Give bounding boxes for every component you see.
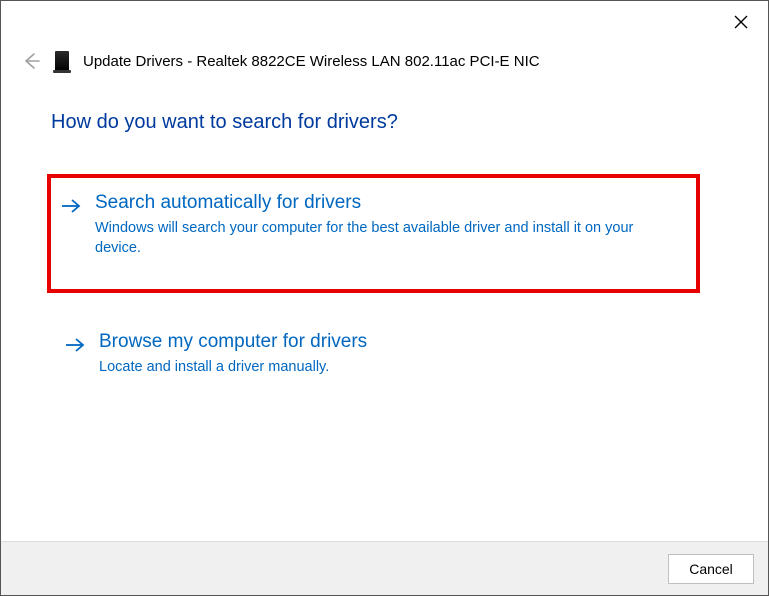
dialog-footer: Cancel [1, 541, 768, 595]
option-text: Browse my computer for drivers Locate an… [99, 331, 700, 377]
page-heading: How do you want to search for drivers? [51, 111, 718, 134]
option-text: Search automatically for drivers Windows… [95, 192, 678, 259]
back-button[interactable] [21, 51, 41, 71]
update-drivers-dialog: Update Drivers - Realtek 8822CE Wireless… [0, 0, 769, 596]
option-search-automatically[interactable]: Search automatically for drivers Windows… [47, 174, 700, 293]
close-button[interactable] [731, 12, 751, 32]
arrow-right-icon [65, 337, 85, 353]
option-browse-computer[interactable]: Browse my computer for drivers Locate an… [51, 313, 718, 401]
option-title: Search automatically for drivers [95, 192, 678, 214]
close-icon [734, 15, 748, 29]
device-icon [55, 51, 69, 71]
back-arrow-icon [21, 51, 41, 71]
option-title: Browse my computer for drivers [99, 331, 700, 353]
cancel-button[interactable]: Cancel [668, 554, 754, 584]
dialog-header: Update Drivers - Realtek 8822CE Wireless… [1, 1, 768, 81]
option-description: Windows will search your computer for th… [95, 218, 678, 259]
window-title: Update Drivers - Realtek 8822CE Wireless… [83, 53, 540, 70]
arrow-right-icon [61, 198, 81, 214]
dialog-content: How do you want to search for drivers? S… [1, 81, 768, 541]
option-description: Locate and install a driver manually. [99, 357, 700, 377]
